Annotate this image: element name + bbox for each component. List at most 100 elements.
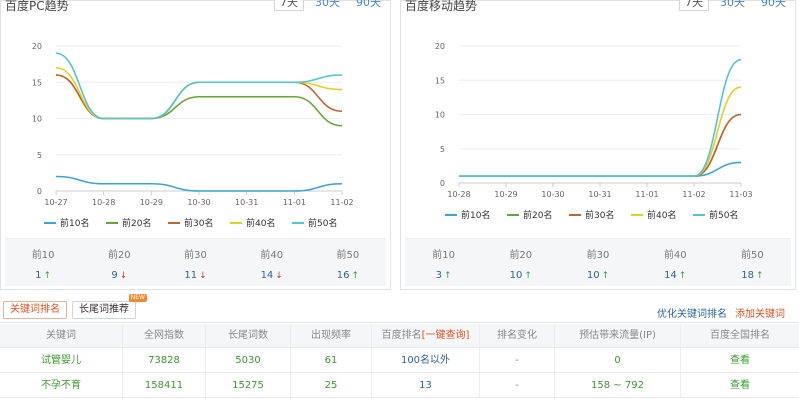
col-longtail: 长尾词数 xyxy=(206,324,291,347)
rank-change-value: - xyxy=(480,373,555,397)
pc-legend-item[interactable]: 前50名 xyxy=(308,217,337,229)
add-keyword-link[interactable]: 添加关键词 xyxy=(735,305,785,320)
pc-legend-item[interactable]: 前20名 xyxy=(122,217,151,229)
mobile-range-90d[interactable]: 90天 xyxy=(756,0,791,11)
table-row: 试管婴儿 73828 5030 61 100名以外 - 0 查看 xyxy=(0,348,799,373)
pc-summary-value[interactable]: 9 ↓ xyxy=(81,270,157,281)
mobile-range-tabs: 7天 30天 90天 xyxy=(679,0,791,11)
pc-x-tick: 10-31 xyxy=(235,198,258,207)
mobile-range-7d[interactable]: 7天 xyxy=(679,0,709,11)
new-badge: NEW xyxy=(128,294,147,302)
mobile-summary-label: 前30 xyxy=(586,250,610,261)
pc-legend-item[interactable]: 前40名 xyxy=(246,217,275,229)
pc-value: 14 xyxy=(260,270,274,281)
pc-y-tick: 5 xyxy=(37,151,42,160)
mobile-x-tick: 11-01 xyxy=(635,190,658,199)
pc-y-tick: 10 xyxy=(32,115,42,124)
keyword-tabs-bar: 关键词排名 长尾词推荐 NEW 优化关键词排名 添加关键词 xyxy=(0,294,799,323)
pc-trend-panel: 百度PC趋势 7天 30天 90天 0 5 10 15 20 10-27 10-28 10-2… xyxy=(0,0,391,290)
longtail-value: 15275 xyxy=(206,373,291,397)
mobile-summary-label: 前50 xyxy=(741,250,764,261)
arrow-up-icon: ↑ xyxy=(351,271,360,281)
arrow-up-icon: ↑ xyxy=(444,271,452,281)
arrow-down-icon: ↓ xyxy=(119,271,128,281)
optimize-keyword-link[interactable]: 优化关键词排名 xyxy=(657,305,727,320)
arrow-down-icon: ↓ xyxy=(199,271,207,281)
pc-series-line-1 xyxy=(55,175,343,192)
frequency-value: 61 xyxy=(291,348,372,372)
mobile-y-tick: 20 xyxy=(435,42,445,51)
mobile-summary-value[interactable]: 14 ↑ xyxy=(637,270,714,281)
pc-x-tick: 10-27 xyxy=(44,198,67,207)
view-link[interactable]: 查看 xyxy=(681,348,799,372)
tab-longtail-recommend[interactable]: 长尾词推荐 NEW xyxy=(72,294,147,319)
pc-legend-item[interactable]: 前30名 xyxy=(184,217,213,229)
mobile-trend-chart: 0 5 10 15 20 10-28 10-29 10-30 10-31 11-01 11-02 11… xyxy=(435,42,753,221)
keyword-link[interactable]: 试管婴儿 xyxy=(0,348,123,372)
keyword-link[interactable]: 不孕不育 xyxy=(0,373,123,397)
arrow-down-icon: ↓ xyxy=(275,271,283,281)
pc-x-tick: 11-01 xyxy=(283,198,306,207)
pc-summary: 前10 前20 前30 前40 前50 1 ↑ 9 ↓ 11 ↓ 14 ↓ 16 ↑ xyxy=(5,238,386,286)
mobile-y-tick: 5 xyxy=(440,145,445,154)
pc-summary-value[interactable]: 11 ↓ xyxy=(157,270,233,281)
col-baidu-rank: 百度排名[一键查询] xyxy=(372,324,480,347)
pc-summary-label: 前50 xyxy=(336,250,360,261)
mobile-summary-value[interactable]: 18 ↑ xyxy=(714,270,791,281)
mobile-legend-item[interactable]: 前10名 xyxy=(461,209,490,221)
mobile-series-line-3 xyxy=(459,113,742,177)
mobile-legend-item[interactable]: 前40名 xyxy=(647,209,676,221)
mobile-summary-label: 前20 xyxy=(509,250,533,261)
pc-range-30d[interactable]: 30天 xyxy=(310,0,345,11)
pc-y-tick: 20 xyxy=(32,42,42,51)
tab-keyword-rank[interactable]: 关键词排名 xyxy=(3,301,67,319)
arrow-up-icon: ↑ xyxy=(43,271,52,281)
pc-value: 11 xyxy=(184,270,198,281)
pc-series-line-4 xyxy=(55,66,343,120)
mobile-legend-item[interactable]: 前50名 xyxy=(709,209,738,221)
mobile-x-tick: 10-31 xyxy=(588,190,611,199)
mobile-value: 14 xyxy=(664,270,677,281)
col-baidu-rank-label: 百度排名 xyxy=(381,330,422,341)
mobile-y-tick: 0 xyxy=(440,179,445,188)
table-row: 不孕不育 158411 15275 25 13 - 158 ~ 792 查看 xyxy=(0,373,799,398)
col-frequency: 出现频率 xyxy=(291,324,372,347)
pc-summary-value[interactable]: 16 ↑ xyxy=(310,270,386,281)
mobile-summary-value[interactable]: 3 ↑ xyxy=(405,270,482,281)
rank-value[interactable]: 13 xyxy=(372,373,480,397)
pc-summary-value[interactable]: 14 ↓ xyxy=(234,270,310,281)
pc-summary-label: 前40 xyxy=(260,250,284,261)
mobile-value: 10 xyxy=(586,270,600,281)
pc-y-tick: 15 xyxy=(32,78,42,87)
pc-trend-chart: 0 5 10 15 20 10-27 10-28 10-29 10-30 10-31 11-01 11… xyxy=(32,42,354,229)
mobile-summary-value[interactable]: 10 ↑ xyxy=(559,270,636,281)
longtail-value: 5030 xyxy=(206,348,291,372)
pc-range-90d[interactable]: 90天 xyxy=(351,0,386,11)
mobile-summary-value[interactable]: 10 ↑ xyxy=(482,270,559,281)
col-index: 全网指数 xyxy=(123,324,206,347)
one-click-query-link[interactable]: [一键查询] xyxy=(422,330,470,341)
mobile-value: 3 xyxy=(435,270,443,281)
pc-series-line-5 xyxy=(55,52,343,120)
mobile-x-tick: 10-28 xyxy=(447,190,470,199)
col-national-rank: 百度全国排名 xyxy=(710,330,770,341)
pc-legend-item[interactable]: 前10名 xyxy=(60,217,89,229)
mobile-legend-item[interactable]: 前30名 xyxy=(585,209,614,221)
mobile-legend-item[interactable]: 前20名 xyxy=(523,209,552,221)
pc-range-7d[interactable]: 7天 xyxy=(274,0,304,11)
arrow-up-icon: ↑ xyxy=(756,271,764,281)
mobile-series-line-2 xyxy=(459,113,742,177)
right-links: 优化关键词排名 添加关键词 xyxy=(657,305,785,320)
pc-summary-value[interactable]: 1 ↑ xyxy=(5,270,81,281)
rank-value[interactable]: 100名以外 xyxy=(372,348,480,372)
mobile-range-30d[interactable]: 30天 xyxy=(715,0,750,11)
traffic-value: 0 xyxy=(555,348,681,372)
mobile-y-tick: 10 xyxy=(435,111,445,120)
pc-value: 9 xyxy=(111,270,118,281)
arrow-up-icon: ↑ xyxy=(524,271,532,281)
mobile-value: 10 xyxy=(509,270,523,281)
pc-summary-label: 前10 xyxy=(31,250,55,261)
mobile-summary-label: 前40 xyxy=(663,250,687,261)
view-link[interactable]: 查看 xyxy=(681,373,799,397)
col-traffic: 预估带来流量(IP) xyxy=(555,324,681,347)
